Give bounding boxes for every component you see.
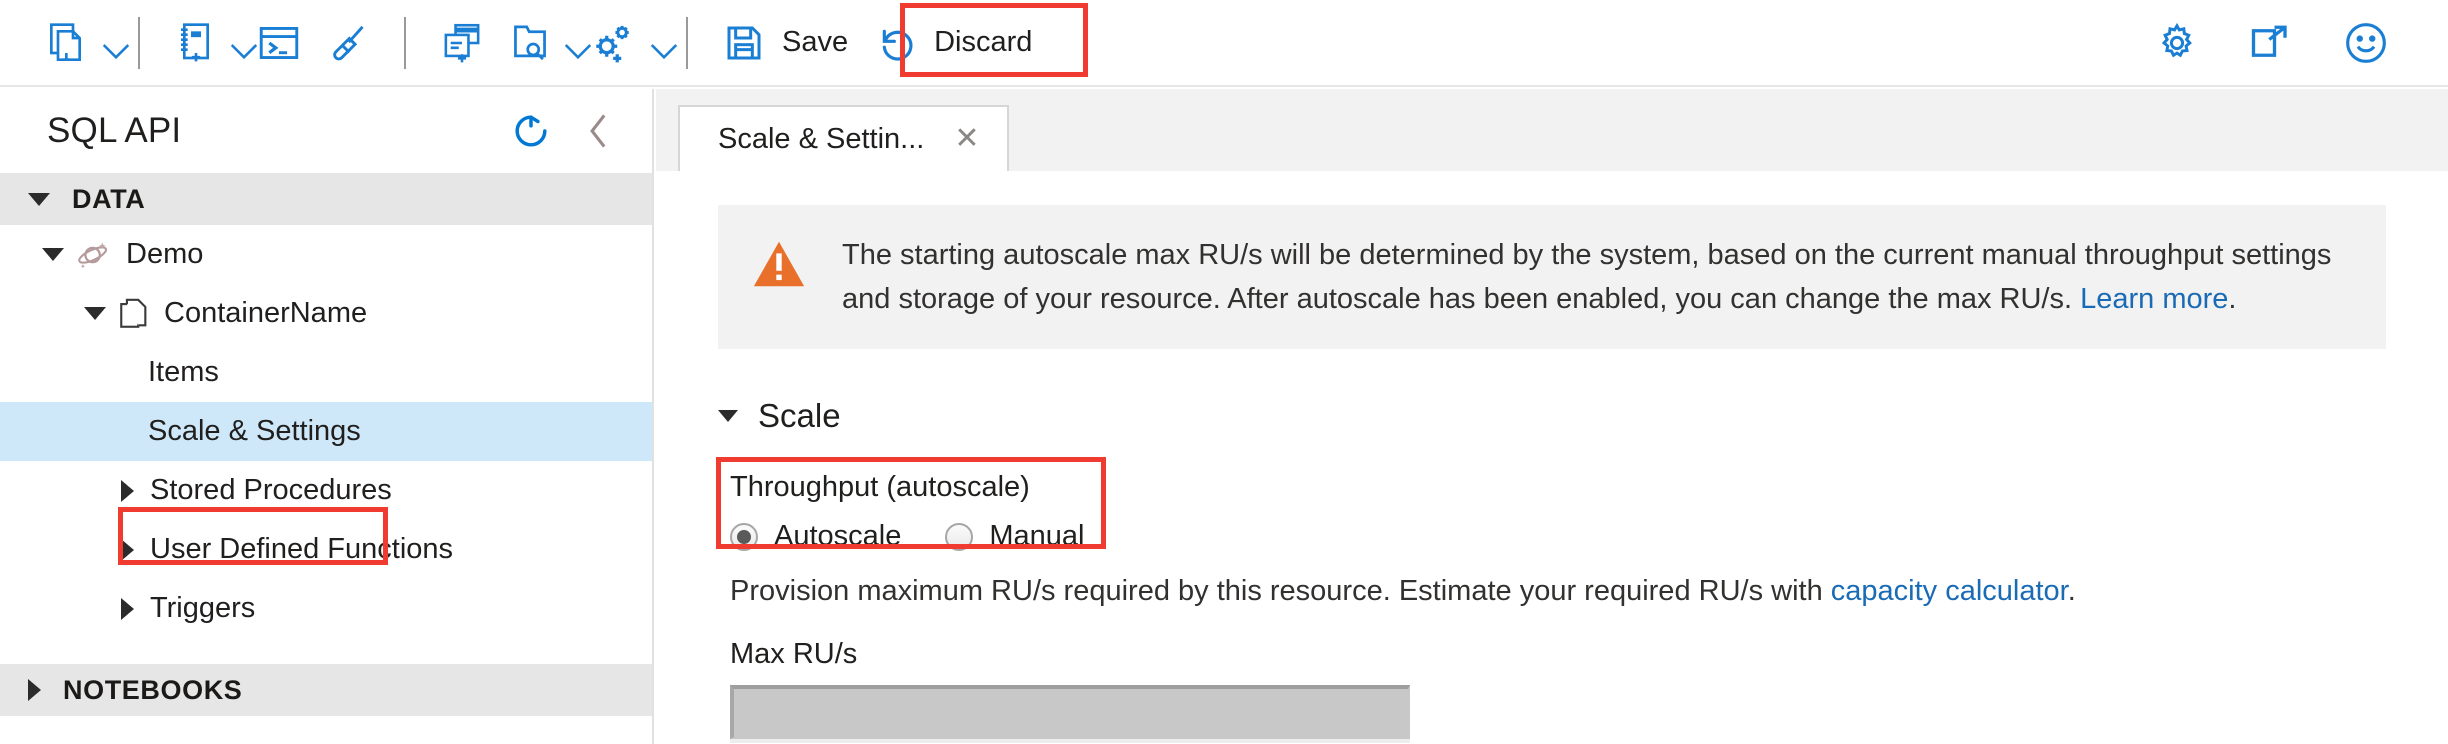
- toolbar-separator: [686, 17, 688, 69]
- new-stored-procedure-icon: [592, 22, 636, 64]
- open-query-button[interactable]: [496, 13, 578, 73]
- radio-autoscale-indicator: [730, 523, 758, 551]
- toolbar-separator: [138, 17, 140, 69]
- triangle-down-icon: [718, 410, 738, 422]
- terminal-icon: [258, 25, 300, 61]
- sidebar-item-demo-label: Demo: [126, 238, 203, 271]
- tab-scale-settings-label: Scale & Settin...: [718, 123, 924, 156]
- main-pane: Scale & Settin... ✕ The starting autosca…: [656, 89, 2448, 744]
- sidebar-header: SQL API: [0, 89, 652, 173]
- helper-text-after-link: .: [2068, 575, 2076, 607]
- toolbar-right-actions: [2130, 13, 2414, 73]
- save-icon: [724, 23, 764, 63]
- new-notebook-button[interactable]: [162, 13, 244, 73]
- reset-workspace-button[interactable]: [314, 13, 382, 73]
- sidebar-item-containername-label: ContainerName: [164, 297, 367, 330]
- tab-bar: Scale & Settin... ✕: [656, 89, 2448, 171]
- radio-autoscale-label: Autoscale: [774, 520, 901, 553]
- capacity-calculator-link[interactable]: capacity calculator: [1831, 575, 2068, 607]
- settings-button[interactable]: [2130, 13, 2224, 73]
- open-in-new-icon: [2250, 23, 2292, 63]
- sidebar-section-data[interactable]: DATA: [0, 173, 652, 225]
- save-button-label: Save: [782, 26, 848, 59]
- scale-settings-content: The starting autoscale max RU/s will be …: [656, 171, 2448, 744]
- helper-text-before-link: Provision maximum RU/s required by this …: [730, 575, 1831, 607]
- sidebar-item-containername[interactable]: ContainerName: [0, 284, 652, 343]
- scale-section-title: Scale: [758, 397, 841, 435]
- azure-cosmos-data-explorer: Save Discard: [0, 0, 2448, 744]
- max-ru-label: Max RU/s: [730, 638, 2448, 671]
- close-icon[interactable]: ✕: [950, 122, 983, 156]
- throughput-radio-group: Autoscale Manual: [730, 520, 1116, 553]
- sidebar-item-triggers-label: Triggers: [150, 592, 255, 625]
- open-query-folder-icon: [510, 22, 550, 64]
- radio-autoscale[interactable]: Autoscale: [730, 520, 901, 553]
- toolbar-group-query: [428, 13, 664, 73]
- throughput-label: Throughput (autoscale): [730, 471, 1116, 504]
- sidebar-item-stored-procedures[interactable]: Stored Procedures: [0, 461, 652, 520]
- broom-icon: [328, 22, 368, 64]
- triangle-right-icon: [28, 679, 41, 701]
- discard-button[interactable]: Discard: [862, 13, 1046, 73]
- save-button[interactable]: Save: [710, 13, 862, 73]
- radio-manual[interactable]: Manual: [945, 520, 1084, 553]
- triangle-down-icon[interactable]: [78, 307, 112, 320]
- sidebar-item-scale-settings[interactable]: Scale & Settings: [0, 402, 652, 461]
- open-in-new-window-button[interactable]: [2224, 13, 2318, 73]
- provision-helper-text: Provision maximum RU/s required by this …: [730, 575, 2448, 608]
- sidebar-section-notebooks-label: NOTEBOOKS: [63, 675, 242, 706]
- new-stored-procedure-button[interactable]: [578, 13, 664, 73]
- sidebar-item-stored-procedures-label: Stored Procedures: [150, 474, 392, 507]
- feedback-button[interactable]: [2318, 13, 2414, 73]
- sidebar-section-data-label: DATA: [72, 184, 145, 215]
- sidebar-item-user-defined-functions-label: User Defined Functions: [150, 533, 453, 566]
- new-container-icon: [48, 21, 88, 65]
- toolbar-group-save: Save Discard: [710, 13, 1046, 73]
- toolbar-separator: [404, 17, 406, 69]
- refresh-icon[interactable]: [508, 108, 554, 154]
- radio-manual-indicator: [945, 523, 973, 551]
- discard-button-label: Discard: [934, 26, 1032, 59]
- radio-manual-label: Manual: [989, 520, 1084, 553]
- scale-section-header[interactable]: Scale: [718, 397, 2448, 435]
- banner-text-after-link: .: [2228, 283, 2236, 315]
- sidebar-item-user-defined-functions[interactable]: User Defined Functions: [0, 520, 652, 579]
- learn-more-link[interactable]: Learn more: [2080, 283, 2228, 315]
- new-sql-query-button[interactable]: [428, 13, 496, 73]
- triangle-down-icon: [28, 193, 50, 206]
- max-ru-input[interactable]: [730, 685, 1410, 739]
- sidebar-item-items[interactable]: Items: [0, 343, 652, 402]
- chevron-left-icon[interactable]: [576, 108, 622, 154]
- autoscale-warning-banner: The starting autoscale max RU/s will be …: [718, 205, 2386, 349]
- tab-scale-settings[interactable]: Scale & Settin... ✕: [678, 105, 1009, 171]
- sidebar-item-triggers[interactable]: Triggers: [0, 579, 652, 638]
- triangle-right-icon[interactable]: [110, 539, 144, 561]
- sidebar-title: SQL API: [47, 111, 181, 151]
- container-icon: [118, 297, 150, 331]
- sidebar-item-items-label: Items: [148, 356, 219, 389]
- smiley-icon: [2344, 21, 2388, 65]
- sidebar-item-demo[interactable]: Demo: [0, 225, 652, 284]
- new-notebook-icon: [176, 21, 216, 65]
- throughput-autoscale-group: Throughput (autoscale) Autoscale Manual: [730, 471, 1116, 553]
- new-container-button[interactable]: [34, 13, 116, 73]
- resource-tree-sidebar: SQL API DATA: [0, 89, 654, 744]
- triangle-down-icon[interactable]: [36, 248, 70, 261]
- sidebar-header-actions: [508, 108, 622, 154]
- cosmos-database-icon: [76, 239, 112, 271]
- command-toolbar: Save Discard: [0, 0, 2448, 87]
- discard-icon: [876, 23, 916, 63]
- sidebar-section-notebooks[interactable]: NOTEBOOKS: [0, 664, 652, 716]
- warning-icon: [750, 237, 808, 298]
- toolbar-group-data: [34, 13, 116, 73]
- sidebar-item-scale-settings-label: Scale & Settings: [148, 415, 361, 448]
- autoscale-warning-text: The starting autoscale max RU/s will be …: [842, 233, 2356, 321]
- gear-icon: [2156, 22, 2198, 64]
- triangle-right-icon[interactable]: [110, 480, 144, 502]
- toolbar-group-notebooks: [162, 13, 382, 73]
- triangle-right-icon[interactable]: [110, 598, 144, 620]
- new-query-icon: [442, 22, 482, 64]
- open-terminal-button[interactable]: [244, 13, 314, 73]
